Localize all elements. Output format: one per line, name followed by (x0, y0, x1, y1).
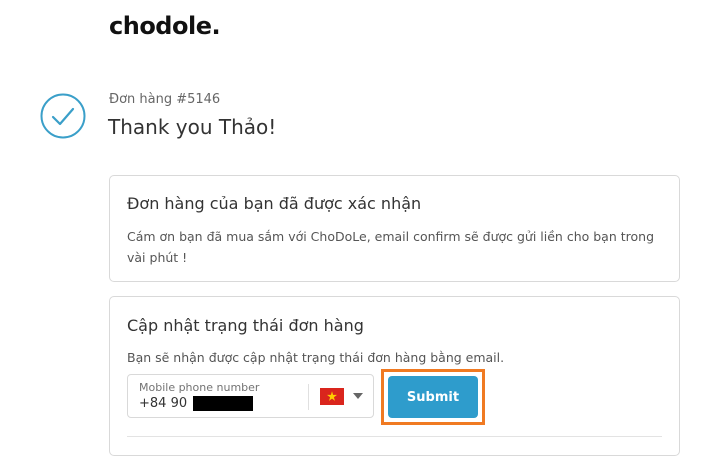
chevron-down-icon[interactable] (353, 393, 363, 399)
phone-input-value: +84 90 (139, 396, 188, 411)
phone-field-label: Mobile phone number (139, 381, 260, 394)
order-status-update-card: Cập nhật trạng thái đơn hàng Bạn sẽ nhận… (109, 296, 680, 456)
phone-number-field[interactable]: Mobile phone number +84 90 (127, 374, 374, 418)
confirmation-text: Cám ơn bạn đã mua sắm với ChoDoLe, email… (127, 229, 655, 265)
check-circle-icon (40, 93, 86, 139)
submit-button[interactable]: Submit (388, 376, 478, 418)
confirmation-title: Đơn hàng của bạn đã được xác nhận (127, 194, 422, 213)
thank-you-heading: Thank you Thảo! (108, 115, 277, 139)
status-update-text: Bạn sẽ nhận được cập nhật trạng thái đơn… (127, 350, 505, 365)
phone-input[interactable]: +84 90 (139, 396, 254, 411)
vietnam-flag-icon[interactable] (320, 388, 344, 405)
redacted-block (193, 396, 254, 411)
order-confirmed-card: Đơn hàng của bạn đã được xác nhận Cám ơn… (109, 175, 680, 282)
brand-logo: chodole. (109, 12, 221, 40)
status-update-title: Cập nhật trạng thái đơn hàng (127, 316, 364, 335)
card-divider (127, 436, 662, 437)
field-divider (308, 384, 309, 410)
order-number: Đơn hàng #5146 (109, 92, 221, 107)
